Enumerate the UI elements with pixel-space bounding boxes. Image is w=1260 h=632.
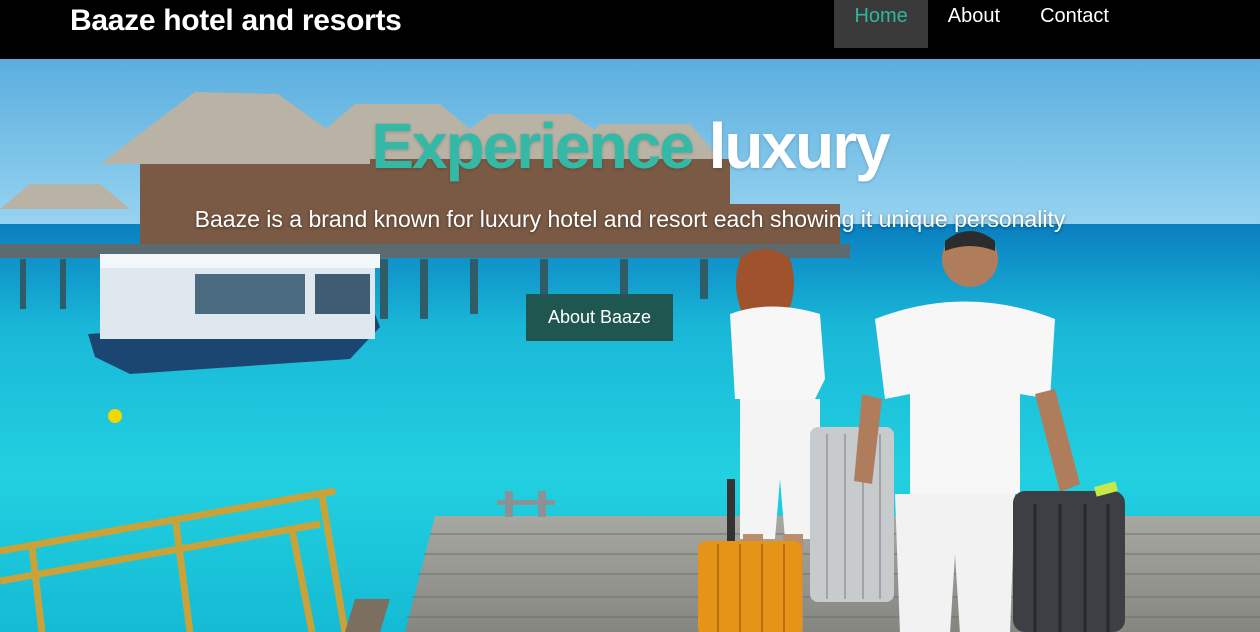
top-navbar: Baaze hotel and resorts Home About Conta… bbox=[0, 0, 1260, 59]
hero-title-plain: luxury bbox=[708, 110, 891, 182]
hero-section: Experience luxury Baaze is a brand known… bbox=[0, 59, 1260, 632]
main-nav: Home About Contact bbox=[834, 0, 1129, 48]
hero-content: Experience luxury Baaze is a brand known… bbox=[0, 59, 1260, 632]
brand-logo-text[interactable]: Baaze hotel and resorts bbox=[70, 4, 402, 38]
about-baaze-button[interactable]: About Baaze bbox=[526, 294, 673, 341]
hero-subtitle: Baaze is a brand known for luxury hotel … bbox=[194, 206, 1066, 232]
hero-title: Experience luxury bbox=[0, 109, 1260, 183]
nav-about-link[interactable]: About bbox=[928, 0, 1020, 48]
hero-title-accent: Experience bbox=[371, 110, 695, 182]
nav-contact-link[interactable]: Contact bbox=[1020, 0, 1129, 48]
nav-home-link[interactable]: Home bbox=[834, 0, 928, 48]
